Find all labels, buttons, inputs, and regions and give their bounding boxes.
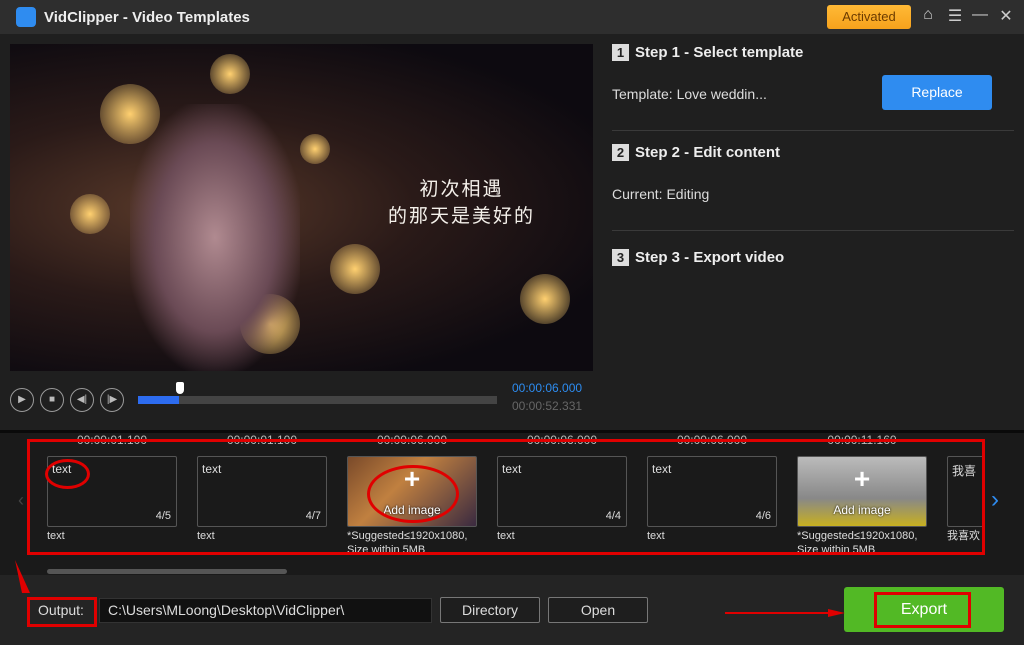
annotation-arrows	[15, 560, 845, 617]
arrow-to-output	[15, 560, 30, 593]
arrow-head-to-export	[828, 609, 845, 617]
